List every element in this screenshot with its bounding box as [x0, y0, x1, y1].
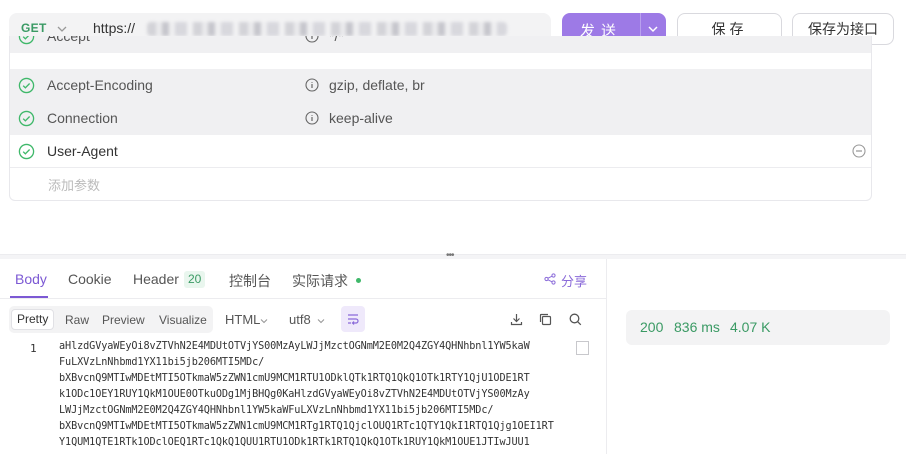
- encoding-select[interactable]: utf8: [289, 312, 311, 327]
- format-raw[interactable]: Raw: [65, 313, 89, 327]
- format-visualize[interactable]: Visualize: [159, 313, 207, 327]
- share-link[interactable]: 分享: [561, 271, 587, 290]
- chevron-down-icon[interactable]: [259, 316, 269, 326]
- info-icon: [305, 36, 319, 43]
- header-key[interactable]: Connection: [47, 110, 118, 126]
- status-code: 200: [640, 319, 664, 335]
- tab-console[interactable]: 控制台: [229, 271, 271, 291]
- code-line: bXBvcnQ9MTIwMDEtMTI5OTkmaW5zZWN1cmU9MCM1…: [59, 421, 554, 432]
- code-line: LWJjMzctOGNmM2E0M2Q4ZGY4QHNhbnl1YW5kaWFu…: [59, 405, 494, 416]
- code-line: Y1QUM1QTE1RTk1ODclOEQ1RTc1QkQ1QUU1RTU1OD…: [59, 437, 530, 448]
- headers-table: Accept */* Accept-Encoding gzip, deflate…: [9, 36, 872, 201]
- header-count-badge: 20: [184, 271, 206, 288]
- header-value[interactable]: keep-alive: [329, 110, 393, 126]
- chevron-down-icon[interactable]: [316, 316, 326, 326]
- response-meta: 200 836 ms 4.07 K: [626, 310, 890, 345]
- tab-actual-request[interactable]: 实际请求: [292, 271, 348, 291]
- editor-cursor-box: [576, 341, 589, 355]
- code-line: k1ODc1OEY1RUY1QkM1OUE0OTkuODg1MjBHQg0KaH…: [59, 389, 530, 400]
- url-input[interactable]: https://: [93, 20, 135, 36]
- method-select[interactable]: GET: [21, 21, 47, 35]
- check-circle-icon[interactable]: [18, 143, 35, 160]
- format-toggle-group: Pretty Raw Preview Visualize: [9, 306, 213, 333]
- remove-circle-icon[interactable]: [852, 144, 866, 158]
- add-param-placeholder[interactable]: 添加参数: [48, 175, 100, 194]
- tab-body[interactable]: Body: [15, 271, 47, 287]
- share-icon[interactable]: [544, 273, 556, 285]
- tab-header[interactable]: Header: [133, 271, 179, 287]
- chevron-down-icon[interactable]: [646, 22, 660, 36]
- tab-cookie[interactable]: Cookie: [68, 271, 112, 287]
- header-key[interactable]: Accept-Encoding: [47, 77, 153, 93]
- copy-icon[interactable]: [538, 312, 553, 327]
- search-icon[interactable]: [568, 312, 583, 327]
- tabs-divider: [0, 298, 606, 299]
- table-row: Connection keep-alive: [10, 102, 871, 135]
- check-circle-icon[interactable]: [18, 36, 35, 45]
- response-time: 836 ms: [674, 319, 720, 335]
- code-line: aHlzdGVyaWEyOi8vZTVhN2E4MDUtOTVjYS00MzAy…: [59, 341, 530, 352]
- header-key[interactable]: Accept: [47, 36, 90, 44]
- header-value[interactable]: */*: [329, 36, 344, 44]
- format-preview[interactable]: Preview: [102, 313, 145, 327]
- response-pane: Body Cookie Header 20 控制台 实际请求 分享 Pretty…: [0, 259, 906, 454]
- header-key[interactable]: User-Agent: [47, 143, 118, 159]
- status-dot: [356, 278, 361, 283]
- table-row: Accept-Encoding gzip, deflate, br: [10, 69, 871, 102]
- word-wrap-button[interactable]: [341, 306, 365, 332]
- info-icon: [305, 111, 319, 125]
- info-icon: [305, 78, 319, 92]
- pane-divider: [606, 259, 607, 454]
- table-row: Accept */*: [10, 36, 871, 53]
- language-select[interactable]: HTML: [225, 312, 260, 327]
- header-value[interactable]: gzip, deflate, br: [329, 77, 425, 93]
- code-line: bXBvcnQ9MTIwMDEtMTI5OTkmaW5zZWN1cmU9MCM1…: [59, 373, 530, 384]
- table-row: User-Agent: [10, 135, 871, 168]
- response-size: 4.07 K: [730, 319, 771, 335]
- code-line: FuLXVzLnNhbmd1YX11bi5jb206MTI5MDc/: [59, 357, 265, 368]
- wrap-lines-icon: [348, 314, 359, 325]
- check-circle-icon[interactable]: [18, 77, 35, 94]
- chevron-down-icon[interactable]: [55, 22, 69, 36]
- format-pretty[interactable]: Pretty: [11, 309, 55, 330]
- line-number: 1: [30, 342, 37, 355]
- check-circle-icon[interactable]: [18, 110, 35, 127]
- add-param-row[interactable]: 添加参数: [10, 168, 871, 200]
- download-icon[interactable]: [509, 312, 524, 327]
- response-body-editor[interactable]: 1 aHlzdGVyaWEyOi8vZTVhN2E4MDUtOTVjYS00Mz…: [0, 339, 606, 454]
- url-blurred-region: [147, 22, 507, 36]
